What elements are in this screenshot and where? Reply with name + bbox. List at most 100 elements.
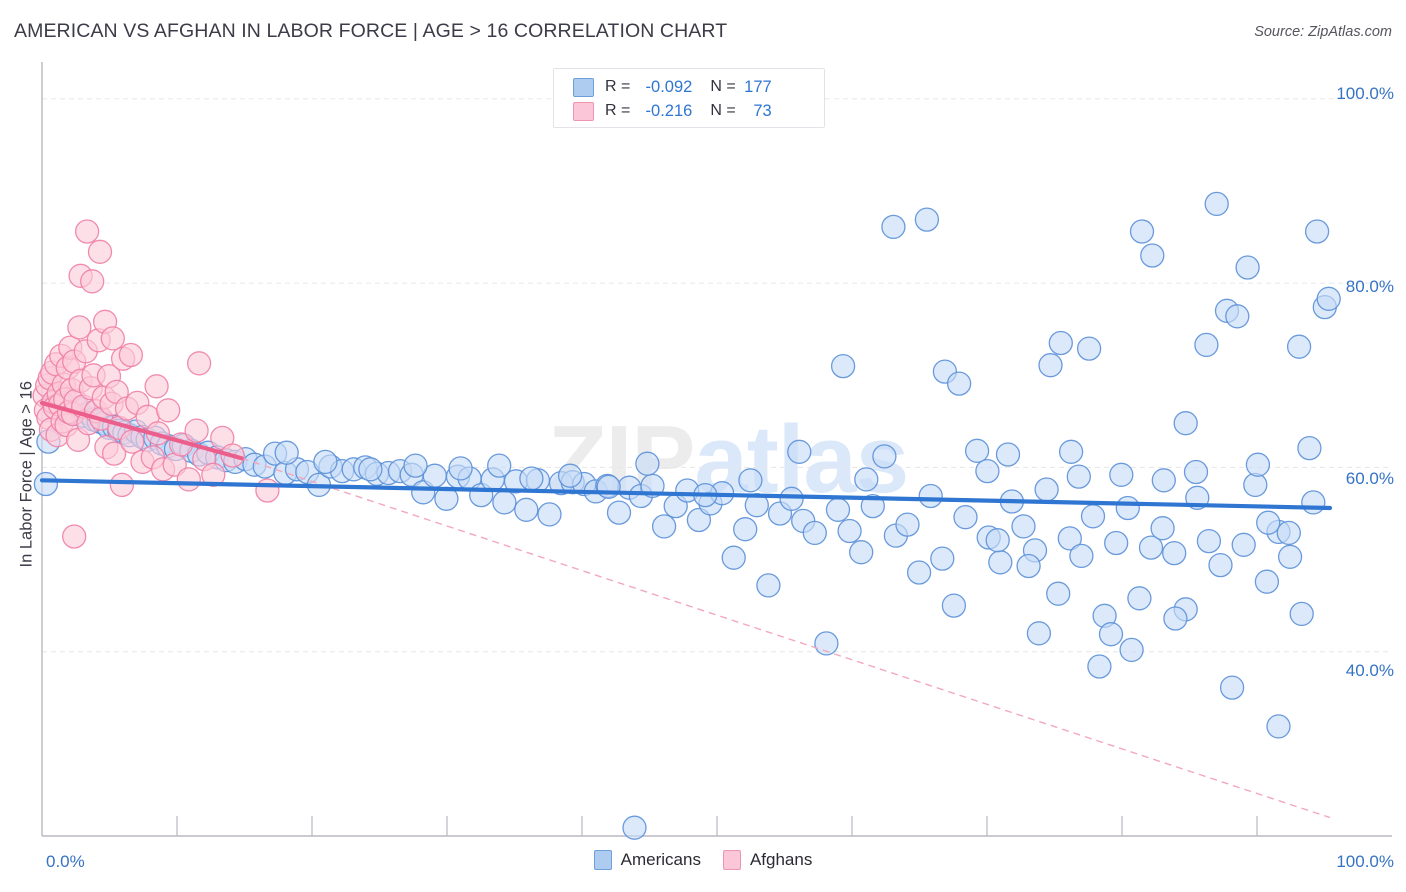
correlation-stats-legend: R = -0.092 N = 177 R = -0.216 N = 73 <box>553 68 825 128</box>
data-point <box>403 453 428 478</box>
chart-root: AMERICAN VS AFGHAN IN LABOR FORCE | AGE … <box>0 0 1406 892</box>
series-points-americans <box>33 191 1341 840</box>
data-point <box>1046 581 1071 606</box>
data-point <box>918 483 943 509</box>
data-point <box>651 514 677 539</box>
data-point <box>906 560 932 585</box>
data-point <box>1034 477 1059 502</box>
data-point <box>1254 569 1280 594</box>
data-point <box>1276 520 1301 546</box>
data-point <box>1011 514 1036 539</box>
x-axis-min-label: 0.0% <box>46 852 85 871</box>
data-point <box>854 467 879 492</box>
data-point <box>1163 606 1188 631</box>
data-point <box>837 518 862 544</box>
data-point <box>964 438 990 463</box>
data-point <box>1038 353 1063 378</box>
data-point <box>156 398 181 423</box>
data-point <box>1231 532 1256 557</box>
data-point <box>1076 336 1102 361</box>
data-point <box>120 429 145 454</box>
data-point <box>1140 243 1165 268</box>
data-point <box>849 540 874 565</box>
data-point <box>87 239 113 264</box>
stats-row-americans: R = -0.092 N = 177 <box>554 75 824 99</box>
data-point <box>872 444 897 469</box>
data-point <box>255 478 280 503</box>
data-point <box>825 497 851 522</box>
legend-swatch-afghans <box>573 101 594 121</box>
data-point <box>176 467 201 492</box>
data-point <box>274 440 299 465</box>
data-point <box>144 374 169 399</box>
data-point <box>1183 459 1209 485</box>
data-point <box>756 573 781 598</box>
stats-row-afghans: R = -0.216 N = 73 <box>554 99 824 123</box>
data-point <box>109 472 135 498</box>
data-point <box>606 500 632 525</box>
y-tick-label-40: 40.0% <box>1345 661 1394 680</box>
data-point <box>33 471 59 497</box>
data-point <box>995 442 1021 467</box>
series-points-afghans <box>32 219 280 549</box>
data-point <box>985 528 1010 553</box>
data-point <box>1173 411 1198 436</box>
data-point <box>738 468 763 493</box>
data-point <box>1266 714 1291 739</box>
data-point <box>1151 468 1176 493</box>
data-point <box>1080 504 1106 529</box>
data-point <box>1286 334 1312 359</box>
data-point <box>1277 544 1303 569</box>
data-point <box>802 520 827 546</box>
data-point <box>80 269 105 294</box>
data-point <box>67 315 92 340</box>
data-point <box>557 463 583 488</box>
data-point <box>313 449 338 475</box>
data-point <box>1069 543 1094 569</box>
data-point <box>975 458 1000 484</box>
data-point <box>1066 464 1091 489</box>
data-point <box>1016 553 1041 579</box>
data-point <box>487 453 512 478</box>
data-point <box>1058 439 1084 464</box>
data-point <box>779 486 804 511</box>
data-point <box>1129 219 1155 244</box>
data-point <box>635 451 660 476</box>
data-point <box>1235 255 1260 280</box>
scatter-plot-canvas <box>32 62 1392 840</box>
data-point <box>1162 540 1187 566</box>
data-point <box>1026 621 1052 646</box>
data-point <box>186 351 212 376</box>
n-label-afghans: N = <box>710 102 736 119</box>
data-point <box>941 593 967 618</box>
data-point <box>537 502 562 527</box>
data-point <box>118 342 144 368</box>
n-value-afghans: 73 <box>753 101 772 120</box>
data-point <box>895 512 920 537</box>
n-value-americans: 177 <box>744 77 772 96</box>
data-point <box>62 524 87 549</box>
data-point <box>184 418 209 443</box>
y-tick-label-100: 100.0% <box>1336 84 1394 103</box>
r-label-afghans: R = <box>605 102 631 119</box>
data-point <box>1219 675 1245 700</box>
r-value-afghans: -0.216 <box>645 101 693 120</box>
data-point <box>721 545 746 570</box>
data-point <box>1087 654 1112 679</box>
data-point <box>1204 191 1229 217</box>
data-point <box>1304 219 1330 244</box>
data-point <box>1119 637 1144 663</box>
data-point <box>1301 490 1326 515</box>
data-point <box>1115 495 1140 521</box>
data-point <box>914 207 940 232</box>
data-point <box>930 546 955 571</box>
data-point <box>100 326 125 351</box>
data-point <box>830 353 856 379</box>
data-point <box>358 457 383 482</box>
data-point <box>1243 472 1268 498</box>
data-point <box>1225 304 1250 329</box>
data-point <box>1194 332 1219 358</box>
data-point <box>946 371 972 396</box>
data-point <box>1196 528 1222 554</box>
data-point <box>1127 586 1152 611</box>
